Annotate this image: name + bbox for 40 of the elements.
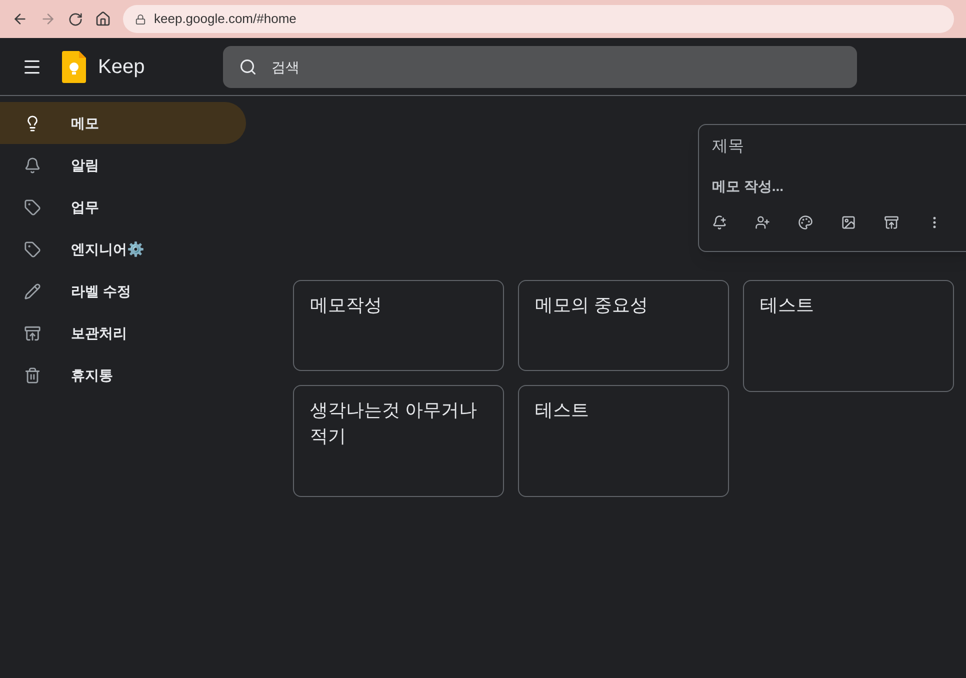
- label-icon: [24, 198, 41, 216]
- trash-icon: [24, 366, 41, 384]
- note-card[interactable]: 생각나는것 아무거나 적기: [293, 385, 504, 497]
- palette-icon[interactable]: [798, 215, 813, 230]
- bell-icon: [24, 156, 41, 174]
- note-title: 테스트: [535, 400, 589, 420]
- note-title: 생각나는것 아무거나 적기: [310, 400, 478, 446]
- url-text: keep.google.com/#home: [154, 10, 296, 28]
- note-title: 메모의 중요성: [535, 295, 648, 315]
- note-field[interactable]: 메모 작성...: [712, 175, 962, 197]
- image-icon[interactable]: [841, 215, 856, 230]
- sidebar-item[interactable]: 메모: [0, 102, 246, 144]
- app-name: Keep: [98, 54, 145, 80]
- pencil-icon: [24, 282, 41, 300]
- search-field[interactable]: 검색: [222, 46, 857, 88]
- home-icon[interactable]: [95, 11, 111, 27]
- title-field[interactable]: 제목: [712, 135, 962, 159]
- sidebar-item[interactable]: 업무: [0, 186, 246, 228]
- address-bar[interactable]: keep.google.com/#home: [123, 5, 954, 33]
- sidebar-item[interactable]: 휴지통: [0, 354, 246, 396]
- archive-icon[interactable]: [884, 215, 899, 230]
- keep-logo-icon: [62, 50, 86, 82]
- sidebar-item[interactable]: 라벨 수정: [0, 270, 246, 312]
- lock-icon: [135, 14, 146, 24]
- sidebar-item[interactable]: 보관처리: [0, 312, 246, 354]
- label-icon: [24, 240, 41, 258]
- back-icon[interactable]: [12, 11, 28, 27]
- collaborator-icon[interactable]: [755, 215, 770, 230]
- archive-icon: [24, 324, 41, 342]
- note-title: 테스트: [760, 295, 814, 315]
- note-card[interactable]: 테스트: [743, 280, 954, 392]
- sidebar-item[interactable]: 엔지니어⚙: [0, 228, 246, 270]
- note-card[interactable]: 테스트: [518, 385, 729, 497]
- reload-icon[interactable]: [68, 12, 83, 26]
- reminder-icon[interactable]: [712, 215, 727, 230]
- search-icon[interactable]: [238, 58, 257, 76]
- sidebar-item[interactable]: 알림: [0, 144, 246, 186]
- note-card[interactable]: 메모의 중요성: [518, 280, 729, 371]
- note-card[interactable]: 메모작성: [293, 280, 504, 371]
- note-title: 메모작성: [310, 295, 382, 315]
